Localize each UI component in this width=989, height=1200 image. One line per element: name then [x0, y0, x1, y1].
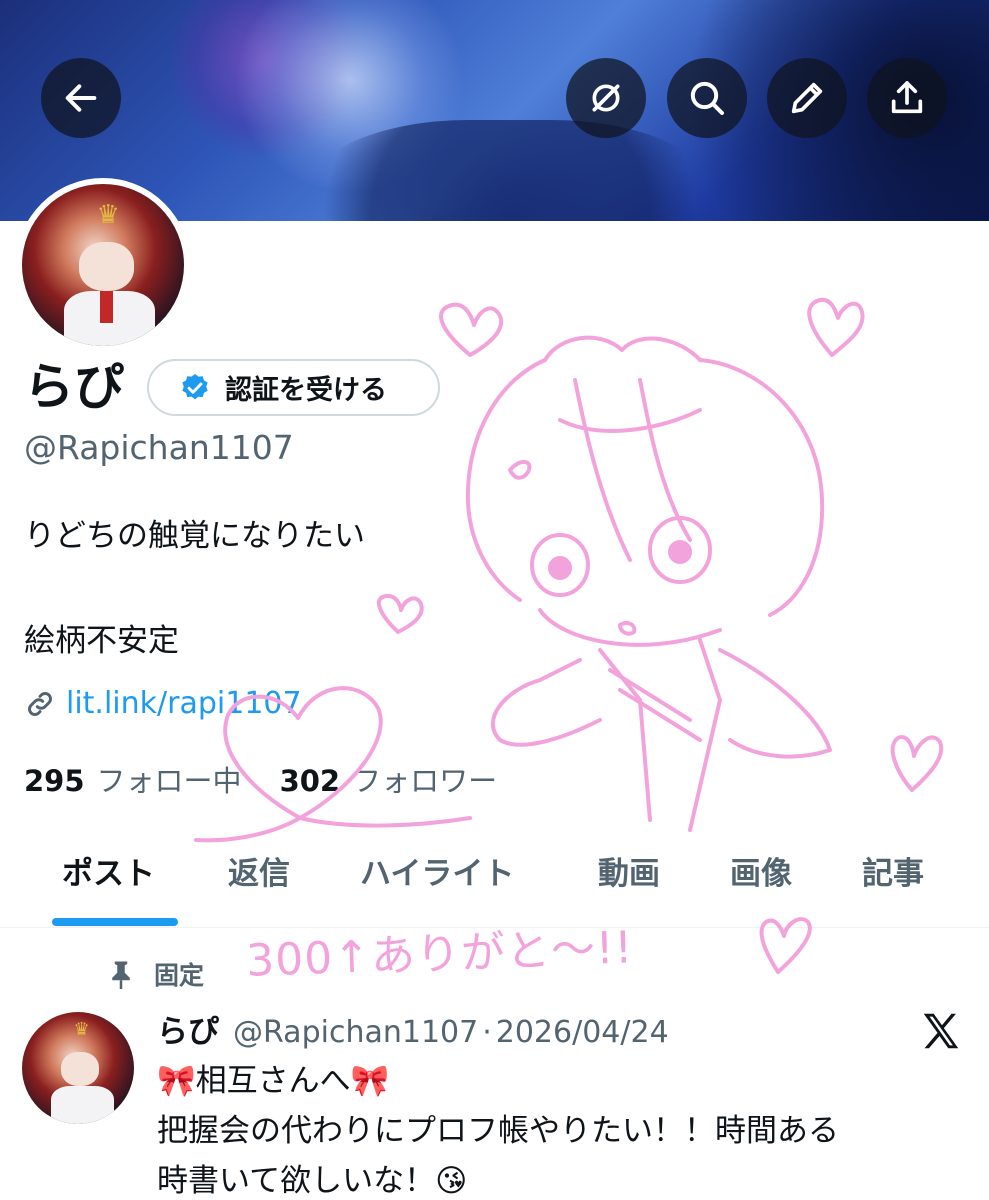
post-author-name[interactable]: らぴ: [157, 1006, 219, 1051]
followers-count[interactable]: 302: [280, 764, 341, 798]
avatar-image: ♛: [22, 184, 184, 346]
back-button[interactable]: [41, 58, 121, 138]
avatar-art-shirt: [51, 1085, 114, 1124]
search-button[interactable]: [667, 58, 747, 138]
profile-avatar[interactable]: ♛: [16, 178, 190, 352]
post-date[interactable]: 2026/04/24: [496, 1015, 669, 1050]
follow-stats: 295 フォロー中 302 フォロワー: [24, 758, 497, 800]
share-button[interactable]: [867, 58, 947, 138]
get-verified-label: 認証を受ける: [225, 375, 387, 406]
profile-handle: @Rapichan1107: [24, 428, 294, 467]
pinned-label: 固定: [154, 961, 205, 990]
share-icon: [891, 81, 923, 114]
tab-posts[interactable]: ポスト: [62, 848, 155, 893]
profile-tabs: ポスト 返信 ハイライト 動画 画像 記事: [0, 840, 989, 928]
grok-button[interactable]: [566, 58, 646, 138]
bio-line-2: 絵柄不安定: [24, 623, 179, 659]
tab-articles[interactable]: 記事: [862, 848, 924, 893]
heart-doodle-icon: [807, 297, 865, 357]
post-header: らぴ @Rapichan1107 · 2026/04/24: [157, 1006, 669, 1051]
post-text-line: 把握会の代わりにプロフ帳やりたい！！時間ある: [157, 1113, 839, 1149]
slash-circle-icon: [592, 84, 620, 112]
tab-images[interactable]: 画像: [730, 848, 792, 893]
post-body[interactable]: 🎀相互さんへ🎀 把握会の代わりにプロフ帳やりたい！！時間ある 時書いて欲しいな！…: [157, 1056, 977, 1200]
doodle-caption: 300↑ありがと〜!!: [245, 922, 635, 987]
arrow-left-icon: [65, 84, 97, 112]
get-verified-button[interactable]: 認証を受ける: [147, 359, 440, 416]
profile-link-text[interactable]: lit.link/rapi1107: [66, 686, 302, 721]
edit-button[interactable]: [767, 58, 847, 138]
heart-doodle-icon: [890, 735, 944, 792]
display-name: らぴ: [24, 358, 124, 416]
post-author-avatar[interactable]: ♛: [22, 1012, 134, 1124]
heart-doodle-icon: [439, 302, 504, 357]
post-author-handle[interactable]: @Rapichan1107: [233, 1015, 478, 1050]
search-icon: [690, 81, 724, 115]
chibi-character-doodle: [465, 335, 832, 832]
tab-highlights[interactable]: ハイライト: [360, 848, 514, 893]
post-text-line: 🎀相互さんへ🎀: [157, 1063, 390, 1099]
pinned-indicator: 固定: [108, 956, 204, 992]
tab-videos[interactable]: 動画: [598, 848, 660, 893]
crown-icon: ♛: [96, 200, 120, 231]
post-separator: ·: [482, 1015, 492, 1050]
profile-link[interactable]: lit.link/rapi1107: [24, 686, 302, 721]
active-tab-indicator: [52, 918, 178, 926]
verified-badge-icon: [182, 373, 208, 399]
heart-doodle-icon: [376, 593, 424, 634]
followers-label[interactable]: フォロワー: [352, 758, 497, 800]
avatar-art-face: [78, 242, 134, 291]
crown-icon: ♛: [73, 1018, 90, 1040]
post-text-line: 時書いて欲しいな！😘: [157, 1163, 468, 1199]
avatar-art-face: [61, 1052, 100, 1086]
avatar-art-tie: [99, 290, 113, 324]
tab-replies[interactable]: 返信: [228, 848, 290, 893]
pencil-icon: [791, 82, 823, 114]
link-icon: [28, 691, 52, 716]
pin-icon: [112, 961, 130, 989]
bio-line-1: りどちの触覚になりたい: [24, 518, 365, 554]
following-label[interactable]: フォロー中: [97, 758, 242, 800]
x-logo-icon: [923, 1013, 959, 1049]
following-count[interactable]: 295: [24, 764, 85, 798]
